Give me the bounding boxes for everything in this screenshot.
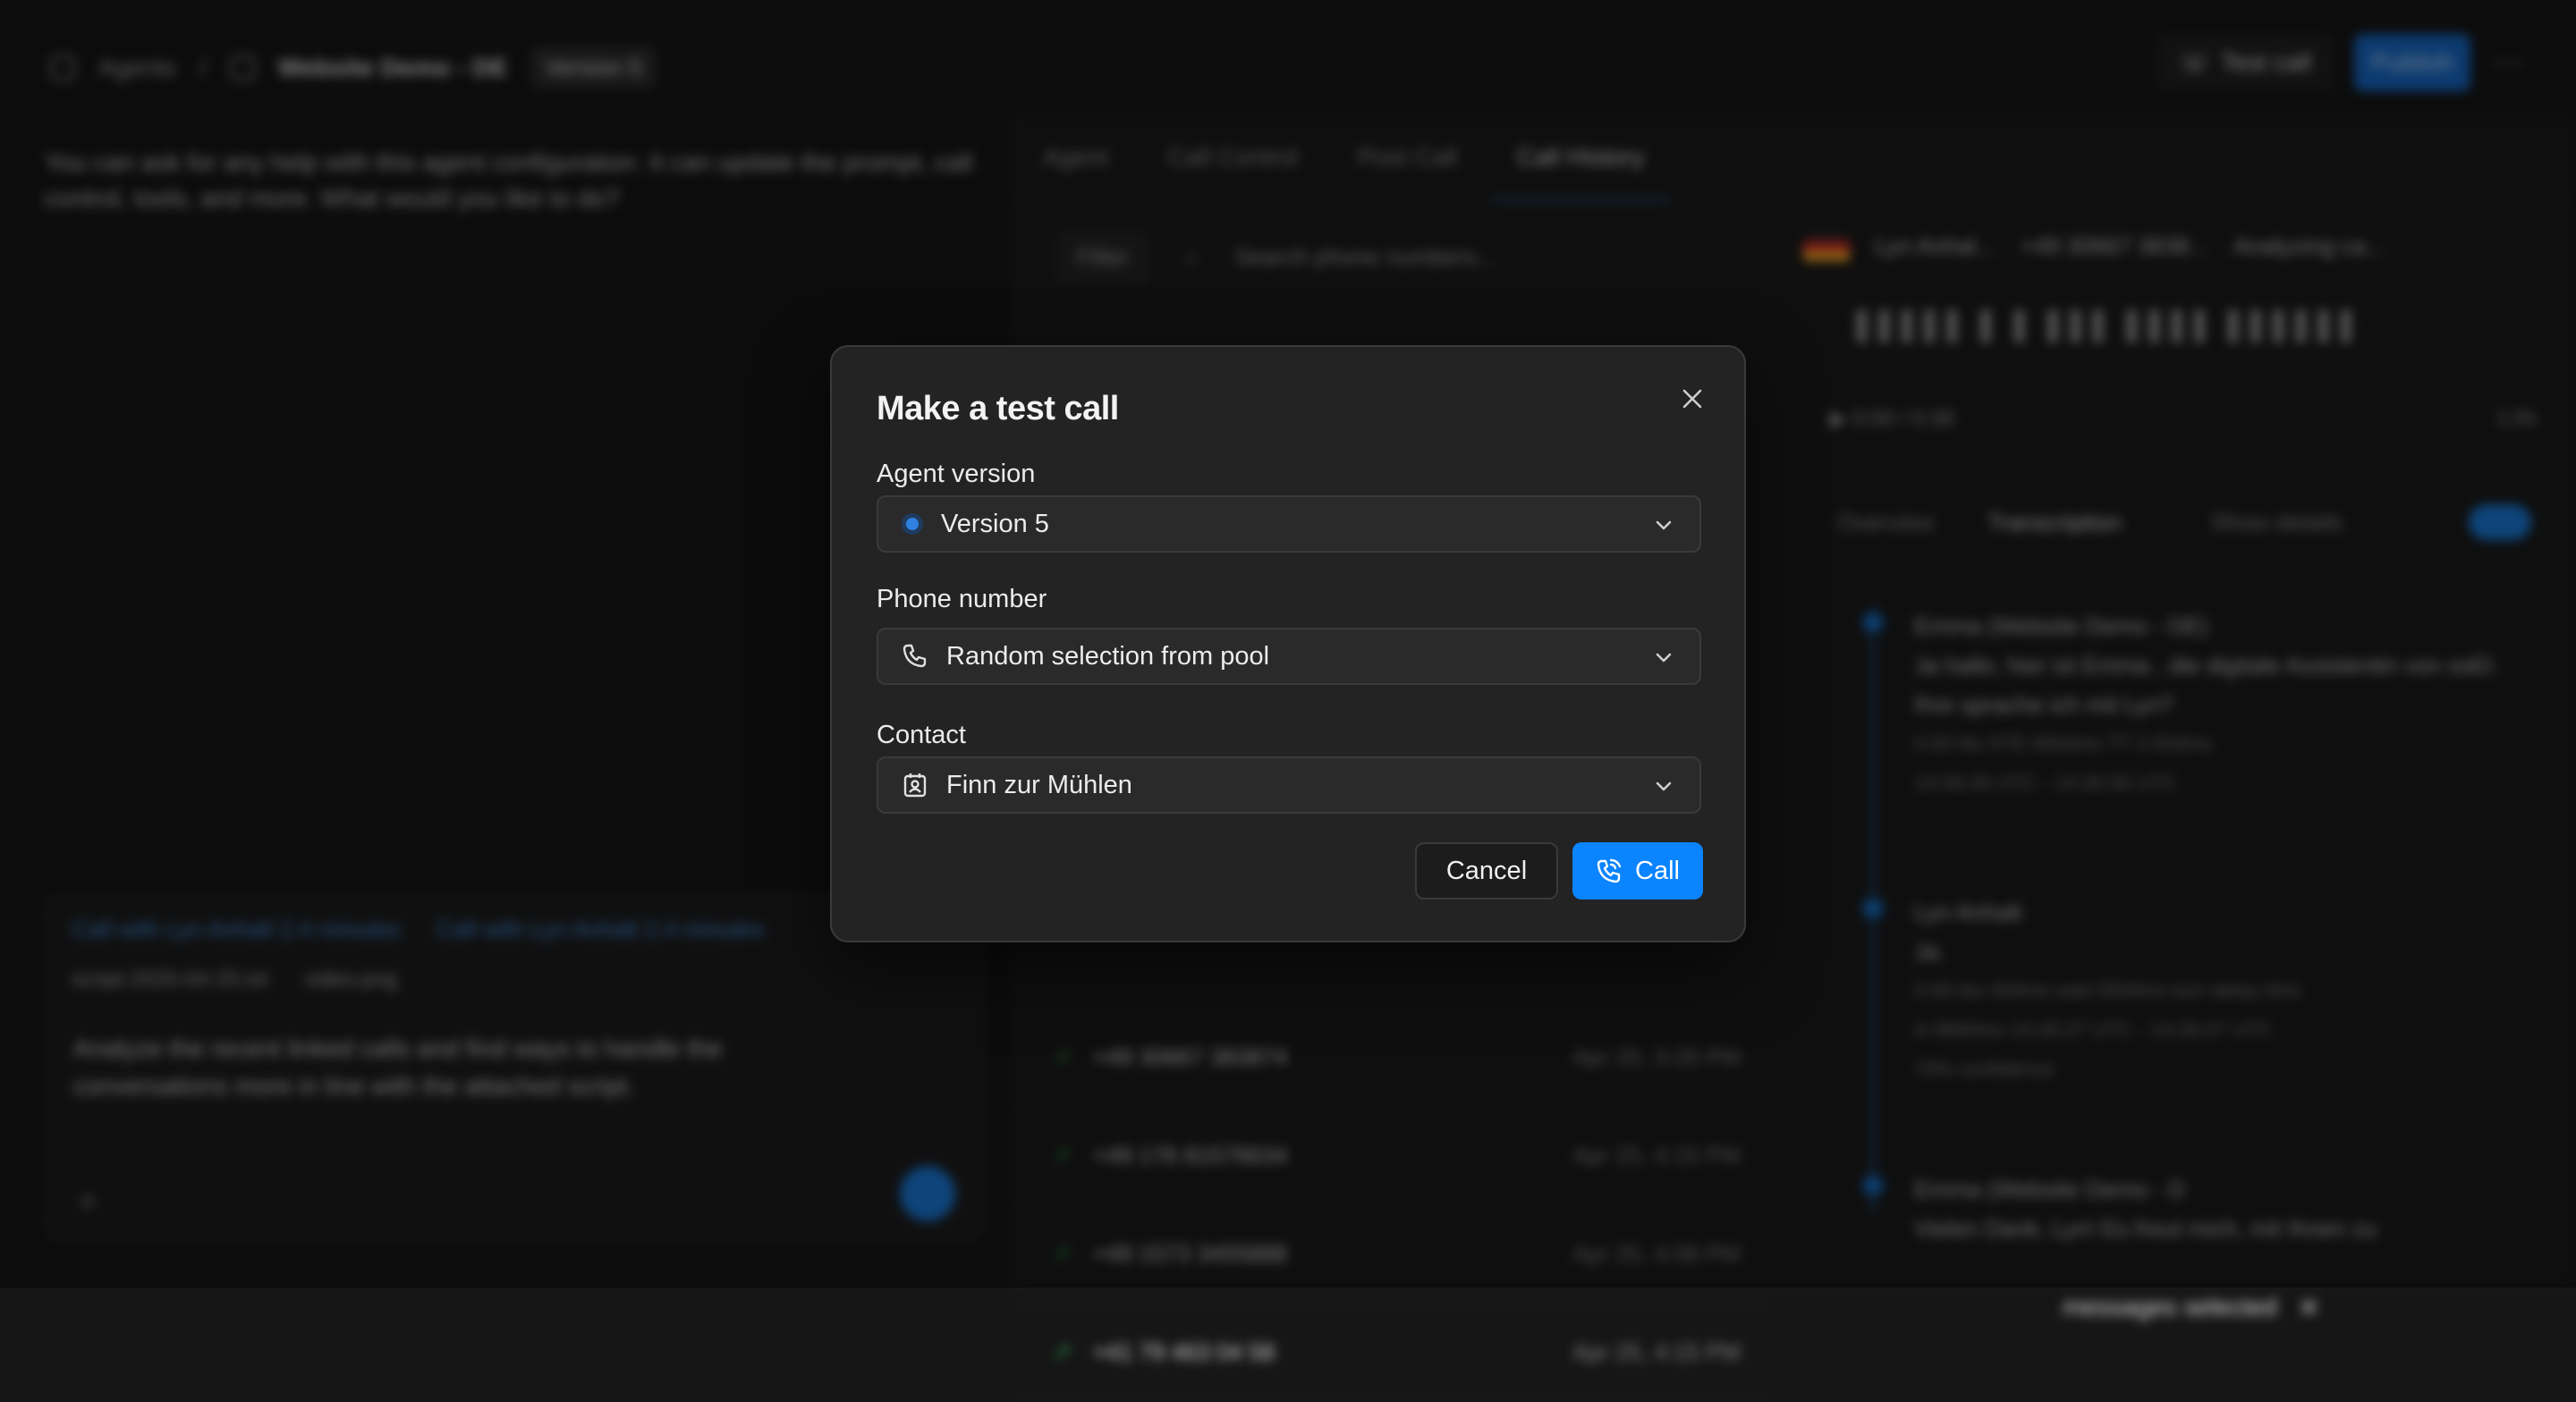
agent-version-label: Agent version [877,460,1036,488]
contact-card-icon [903,773,927,798]
close-selection-icon[interactable]: ✕ [2299,1293,2319,1322]
cancel-button[interactable]: Cancel [1415,842,1558,899]
status-dot-icon: ↗ [1052,1338,1072,1365]
phone-number-value: Random selection from pool [946,641,1270,671]
selection-count-label: messages selected [2063,1293,2277,1321]
agent-version-value: Version 5 [941,509,1049,538]
call-number: +41 79 463 04 58 [1092,1338,1275,1365]
call-row[interactable]: ↗ +41 79 463 04 58 Apr 25, 4:15 PM [1016,1304,1767,1402]
dialog-title: Make a test call [877,390,1119,427]
close-icon[interactable] [1673,379,1712,418]
selection-bar: messages selected ✕ [2063,1293,2319,1322]
contact-value: Finn zur Mühlen [946,770,1132,799]
app-window: Agents / Website Demo - DE Version 5 ☏ T… [0,0,2576,1402]
chevron-down-icon [1656,653,1672,663]
contact-label: Contact [877,721,966,749]
phone-number-select[interactable]: Random selection from pool [877,628,1701,685]
contact-select[interactable]: Finn zur Mühlen [877,756,1701,814]
agent-version-select[interactable]: Version 5 [877,495,1701,553]
call-button-label: Call [1635,856,1680,885]
phone-number-label: Phone number [877,585,1047,613]
phone-icon [902,644,927,668]
call-button[interactable]: Call [1572,842,1703,899]
phone-outgoing-icon [1597,858,1622,883]
version-status-icon [902,513,923,535]
test-call-dialog: Make a test call Agent version Version 5… [830,345,1746,942]
chevron-down-icon [1656,520,1672,530]
call-date: Apr 25, 4:15 PM [1572,1338,1741,1365]
chevron-down-icon [1656,781,1672,791]
